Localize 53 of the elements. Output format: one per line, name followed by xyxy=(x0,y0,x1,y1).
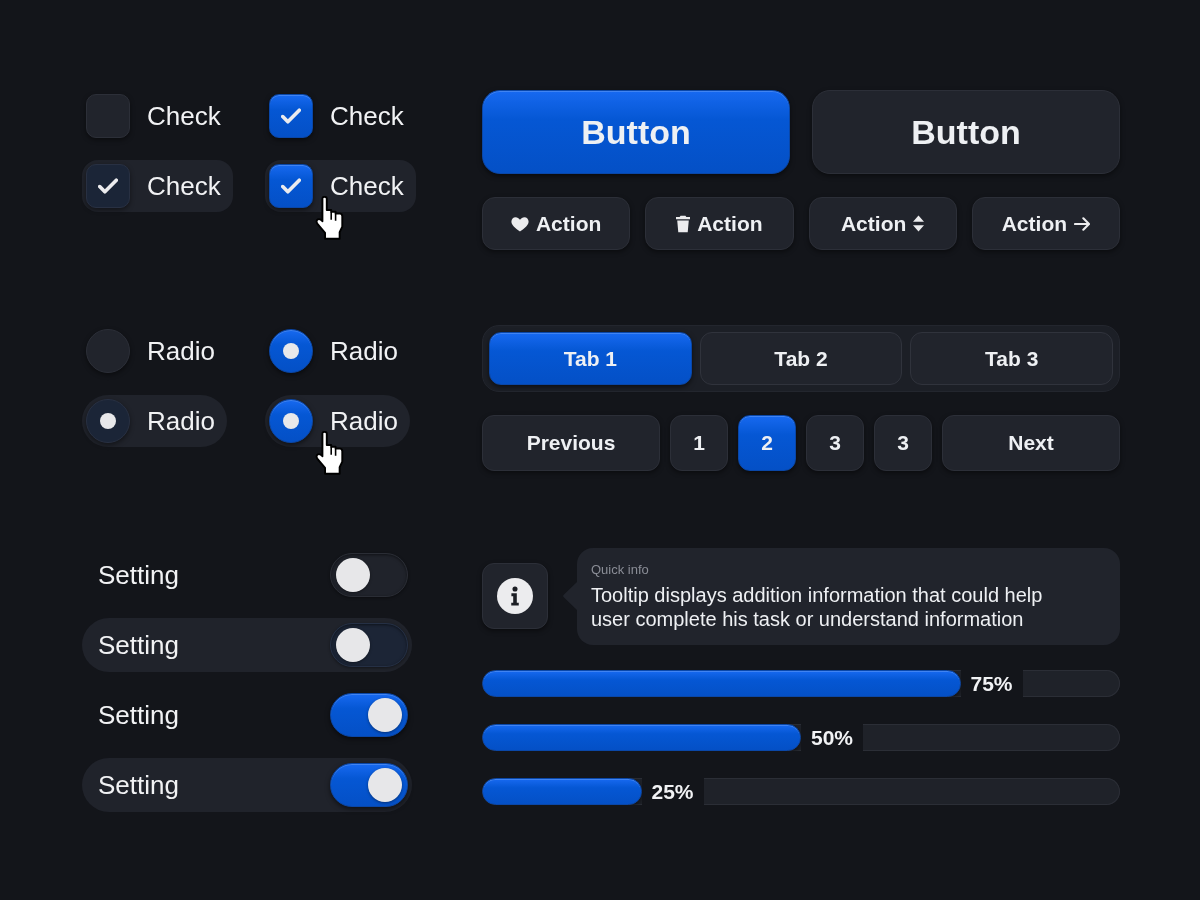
radio-label: Radio xyxy=(147,408,215,434)
setting-label: Setting xyxy=(98,772,179,798)
checkmark-icon xyxy=(281,178,301,194)
toggle-switch[interactable] xyxy=(330,553,408,597)
toggle-switch[interactable] xyxy=(330,693,408,737)
radio-button[interactable] xyxy=(269,399,313,443)
checkbox-label: Check xyxy=(330,173,404,199)
sort-icon xyxy=(913,215,925,232)
action-button[interactable]: Action xyxy=(808,197,957,250)
progress-reading: 25% xyxy=(641,778,704,805)
previous-button[interactable]: Previous xyxy=(482,415,660,471)
tab[interactable]: Tab 3 xyxy=(910,332,1113,385)
info-icon xyxy=(497,578,533,614)
setting-label: Setting xyxy=(98,632,179,658)
radio-label: Radio xyxy=(147,338,215,364)
trash-icon xyxy=(676,214,691,233)
action-button[interactable]: Action xyxy=(645,197,794,250)
checkmark-icon xyxy=(281,108,301,124)
toggle-switch[interactable] xyxy=(330,763,408,807)
heart-icon xyxy=(510,215,529,232)
next-button[interactable]: Next xyxy=(942,415,1120,471)
secondary-button[interactable]: Button xyxy=(812,90,1120,174)
radio-button[interactable] xyxy=(86,399,130,443)
tab[interactable]: Tab 2 xyxy=(699,332,903,385)
checkbox[interactable] xyxy=(86,164,130,208)
checkbox-label: Check xyxy=(147,173,221,199)
page-button[interactable]: 3 xyxy=(806,415,864,471)
page-button[interactable]: 1 xyxy=(670,415,728,471)
checkbox[interactable] xyxy=(269,94,313,138)
radio-label: Radio xyxy=(330,338,398,364)
checkmark-icon xyxy=(98,178,118,194)
page-button[interactable]: 2 xyxy=(738,415,796,471)
checkbox-label: Check xyxy=(330,103,404,129)
arrow-right-icon xyxy=(1074,216,1091,231)
progress-reading: 50% xyxy=(801,724,864,751)
tooltip-text: Tooltip displays addition information that could help user complete his task or understand information xyxy=(591,583,1044,631)
action-button[interactable]: Action xyxy=(482,197,631,250)
checkbox[interactable] xyxy=(86,94,130,138)
primary-button[interactable]: Button xyxy=(482,90,790,174)
radio-label: Radio xyxy=(330,408,398,434)
action-button[interactable]: Action xyxy=(971,197,1120,250)
radio-button[interactable] xyxy=(86,329,130,373)
radio-button[interactable] xyxy=(269,329,313,373)
toggle-switch[interactable] xyxy=(330,623,408,667)
checkbox[interactable] xyxy=(269,164,313,208)
setting-label: Setting xyxy=(98,702,179,728)
tab[interactable]: Tab 1 xyxy=(489,332,692,385)
setting-label: Setting xyxy=(98,562,179,588)
page-button[interactable]: 3 xyxy=(874,415,932,471)
tooltip-title: Quick info xyxy=(591,562,649,578)
info-button[interactable] xyxy=(482,563,548,629)
progress-reading: 75% xyxy=(960,670,1023,697)
checkbox-label: Check xyxy=(147,103,221,129)
